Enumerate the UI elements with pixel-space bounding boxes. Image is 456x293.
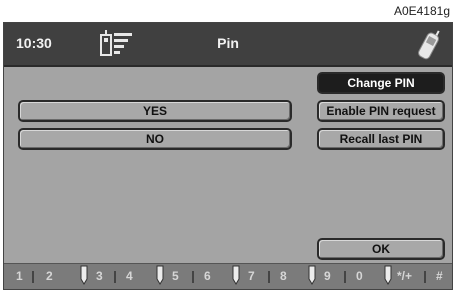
key-divider (192, 271, 194, 283)
key-3[interactable]: 3 (96, 269, 103, 283)
key-marker-icon (384, 265, 392, 285)
key-marker-icon (232, 265, 240, 285)
key-divider (344, 271, 346, 283)
key-divider (32, 271, 34, 283)
key-0[interactable]: 0 (356, 269, 363, 283)
key-divider (114, 271, 116, 283)
key-8[interactable]: 8 (280, 269, 287, 283)
enable-pin-request-button[interactable]: Enable PIN request (317, 100, 445, 122)
no-button[interactable]: NO (18, 128, 292, 150)
key-9[interactable]: 9 (324, 269, 331, 283)
display-screen: 10:30 Pin YES NO Change PIN Enable PIN r… (3, 22, 453, 290)
key-marker-icon (156, 265, 164, 285)
enable-pin-request-label: Enable PIN request (326, 104, 436, 118)
ok-button[interactable]: OK (317, 238, 445, 260)
key-1[interactable]: 1 (16, 269, 23, 283)
yes-button-label: YES (142, 104, 167, 118)
key-divider (268, 271, 270, 283)
key-6[interactable]: 6 (204, 269, 211, 283)
key-marker-icon (308, 265, 316, 285)
no-button-label: NO (146, 132, 164, 146)
change-pin-label: Change PIN (347, 76, 415, 90)
page-title: Pin (217, 35, 239, 51)
key-2[interactable]: 2 (46, 269, 53, 283)
ok-button-label: OK (372, 242, 390, 256)
key-divider (424, 271, 426, 283)
keypad-bar: 1 2 3 4 5 6 7 8 9 0 */+ # (4, 263, 452, 289)
recall-last-pin-button[interactable]: Recall last PIN (317, 128, 445, 150)
key-hash[interactable]: # (436, 269, 443, 283)
key-4[interactable]: 4 (126, 269, 133, 283)
recall-last-pin-label: Recall last PIN (339, 132, 423, 146)
yes-button[interactable]: YES (18, 100, 292, 122)
key-7[interactable]: 7 (248, 269, 255, 283)
change-pin-button[interactable]: Change PIN (317, 72, 445, 94)
key-5[interactable]: 5 (172, 269, 179, 283)
key-star-plus[interactable]: */+ (397, 269, 412, 283)
figure-reference: A0E4181g (393, 4, 450, 18)
key-marker-icon (80, 265, 88, 285)
status-bar: 10:30 Pin (4, 23, 452, 67)
mobile-phone-icon (418, 30, 440, 60)
